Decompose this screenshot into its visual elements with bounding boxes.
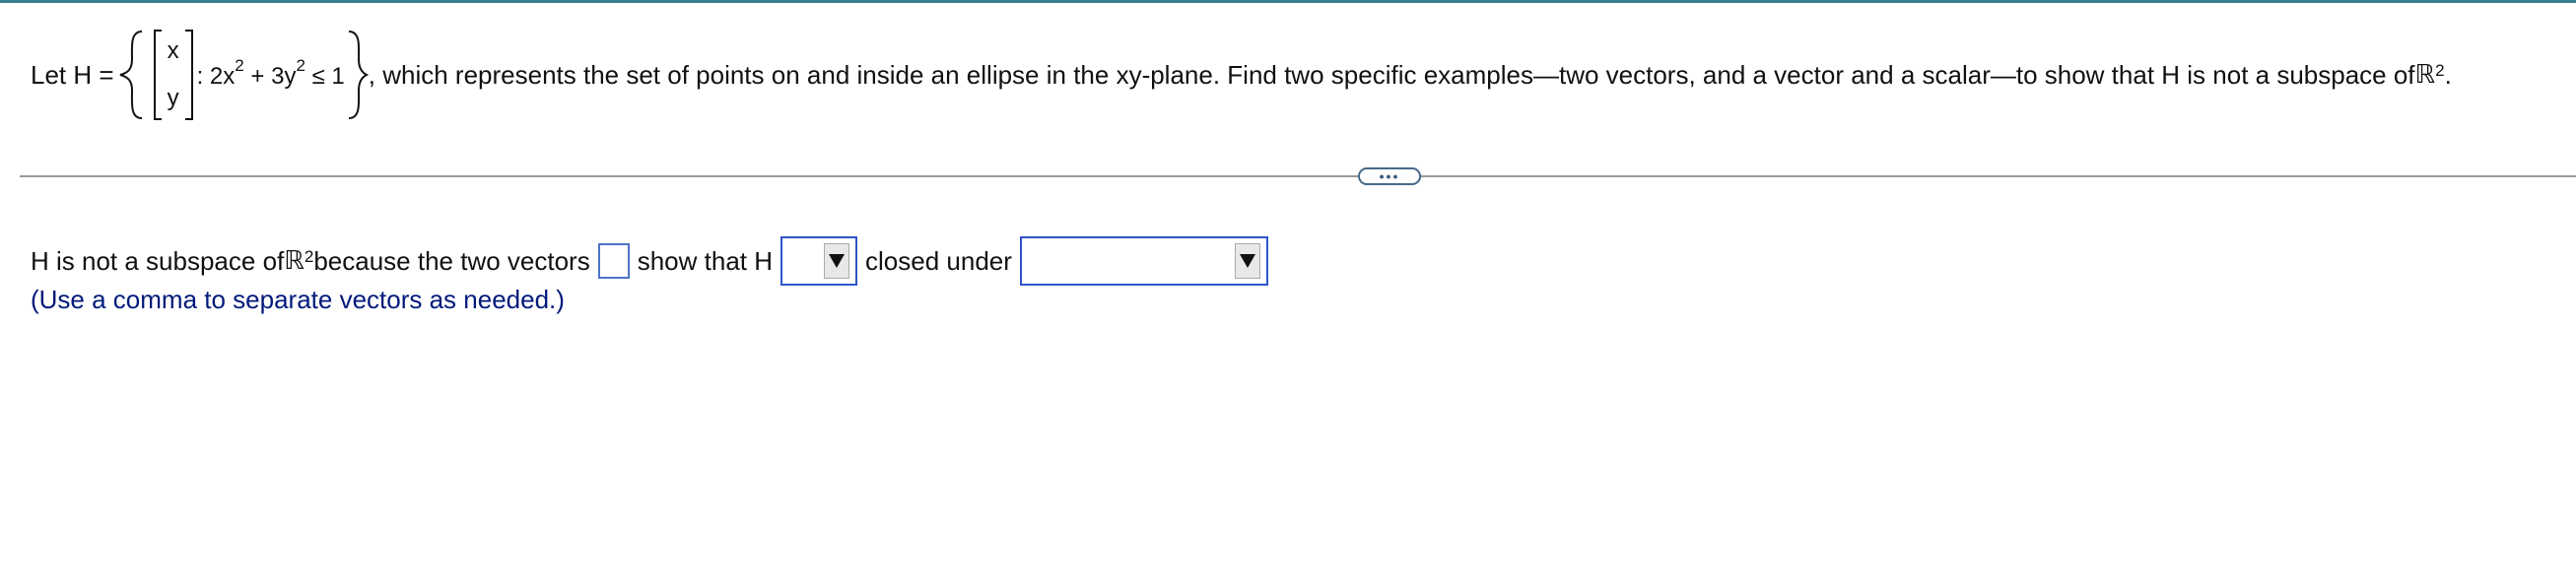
question-lead: Let H = <box>31 59 114 90</box>
matrix-entry-x: x <box>167 37 179 64</box>
matrix-entry-y: y <box>167 85 179 111</box>
is-isnot-dropdown[interactable] <box>780 236 858 286</box>
dropdown-arrow-icon <box>1234 243 1260 279</box>
question-rest: , which represents the set of points on … <box>368 59 2415 90</box>
input-hint: (Use a comma to separate vectors as need… <box>31 285 565 314</box>
real-space-symbol: ℝ <box>2414 60 2436 90</box>
answer-sentence: H is not a subspace of ℝ2 because the tw… <box>31 234 1276 288</box>
vectors-answer-input[interactable] <box>597 243 630 279</box>
vector-matrix: x y <box>153 30 193 120</box>
set-condition: : 2x2 + 3y2 ≤ 1 <box>196 55 345 90</box>
left-brace-icon <box>114 26 150 124</box>
section-divider <box>20 175 2576 177</box>
more-button[interactable]: ••• <box>1358 167 1421 185</box>
real-space-exponent: 2 <box>2435 61 2445 80</box>
top-accent-bar <box>0 0 2576 3</box>
dropdown-arrow-icon <box>824 243 850 279</box>
closure-operation-dropdown[interactable] <box>1019 236 1268 286</box>
right-brace-icon <box>345 26 369 124</box>
question-text: Let H = x y : 2x2 + 3y2 ≤ 1 , which repr… <box>31 26 2452 124</box>
